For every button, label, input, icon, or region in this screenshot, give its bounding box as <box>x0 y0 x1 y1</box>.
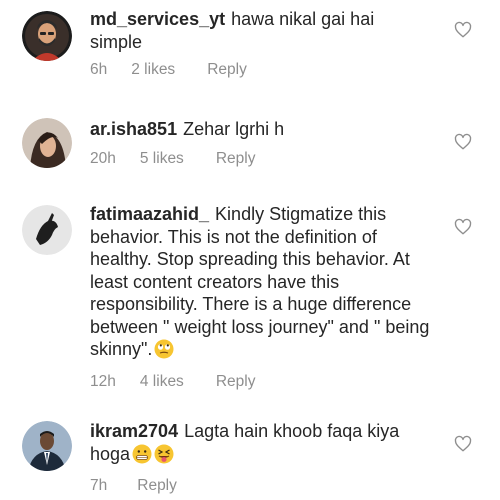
comment-username[interactable]: fatimaazahid_ <box>90 204 209 224</box>
comment-body: Kindly Stigmatize this behavior. This is… <box>90 204 430 359</box>
heart-outline-icon[interactable] <box>454 435 472 453</box>
comment-likes[interactable]: 2 likes <box>131 61 175 79</box>
comment-text: ikram2704 Lagta hain khoob faqa kiya hoga <box>90 420 430 465</box>
comment-meta: 6h 2 likes Reply <box>90 61 247 79</box>
comment-text: ar.isha851 Zehar lgrhi h <box>90 118 430 141</box>
reply-button[interactable]: Reply <box>216 373 256 391</box>
cartoon-man-avatar-icon[interactable] <box>22 11 72 61</box>
face-with-rolling-eyes-emoji <box>154 339 174 359</box>
comment-meta: 7h Reply <box>90 477 177 495</box>
comment-time: 20h <box>90 150 116 167</box>
heart-outline-icon[interactable] <box>454 218 472 236</box>
squinting-face-with-tongue-emoji <box>154 444 174 464</box>
comment-body: Zehar lgrhi h <box>183 119 285 139</box>
comment-meta: 12h 4 likes Reply <box>90 373 255 391</box>
reply-button[interactable]: Reply <box>216 150 256 168</box>
comment-username[interactable]: ikram2704 <box>90 421 178 441</box>
woman-photo-avatar-icon[interactable] <box>22 118 72 168</box>
reply-button[interactable]: Reply <box>137 477 177 495</box>
comment-username[interactable]: md_services_yt <box>90 9 225 29</box>
grimacing-face-emoji <box>132 444 152 464</box>
reply-button[interactable]: Reply <box>207 61 247 79</box>
man-in-suit-avatar-icon[interactable] <box>22 421 72 471</box>
comment-likes[interactable]: 4 likes <box>140 373 184 391</box>
comment-time: 7h <box>90 477 108 494</box>
hand-silhouette-avatar-icon[interactable] <box>22 205 72 255</box>
comment-username[interactable]: ar.isha851 <box>90 119 177 139</box>
comment-time: 6h <box>90 61 108 78</box>
comment-text: fatimaazahid_ Kindly Stigmatize this beha… <box>90 203 430 361</box>
comment-time: 12h <box>90 373 116 390</box>
heart-outline-icon[interactable] <box>454 133 472 151</box>
heart-outline-icon[interactable] <box>454 21 472 39</box>
comment-meta: 20h 5 likes Reply <box>90 150 255 168</box>
comment-text: md_services_yt hawa nikal gai hai simple <box>90 8 430 53</box>
comment-likes[interactable]: 5 likes <box>140 150 184 168</box>
